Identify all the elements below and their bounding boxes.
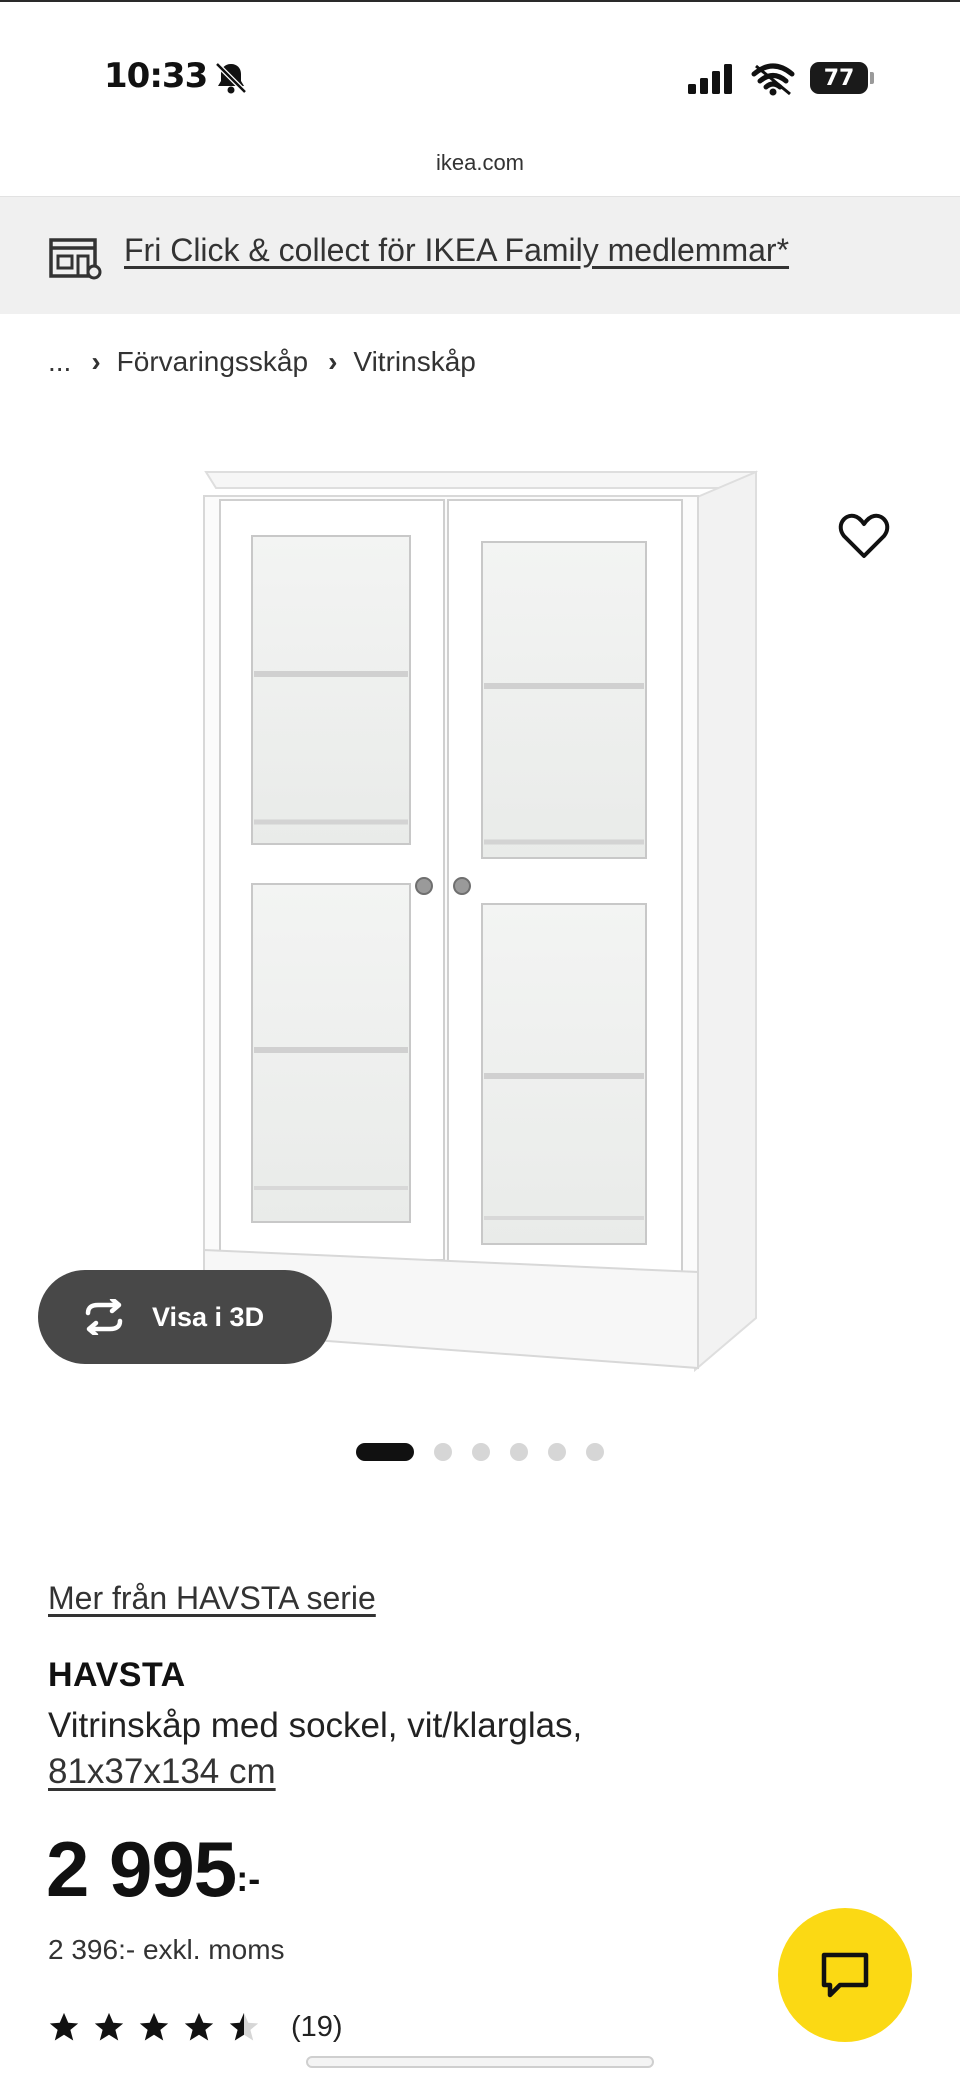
- view-in-3d-label: Visa i 3D: [152, 1301, 265, 1332]
- home-indicator[interactable]: [306, 2056, 654, 2068]
- click-collect-link[interactable]: Fri Click & collect för IKEA Family medl…: [124, 232, 789, 269]
- star-half-icon: [229, 2012, 259, 2041]
- wifi-icon: [751, 63, 795, 96]
- heart-icon[interactable]: [838, 512, 890, 560]
- star-icon: [139, 2012, 169, 2041]
- top-border: [0, 0, 960, 2]
- cellular-signal-icon: [688, 64, 732, 94]
- rating[interactable]: (19): [46, 2010, 343, 2044]
- chat-bubble-icon: [821, 1952, 869, 1998]
- carousel-dot[interactable]: [434, 1443, 452, 1461]
- view-in-3d-button[interactable]: Visa i 3D: [38, 1270, 332, 1364]
- price-excl-vat: 2 396:- exkl. moms: [48, 1934, 285, 1965]
- status-time: 10:33: [104, 56, 208, 96]
- series-link[interactable]: Mer från HAVSTA serie: [48, 1580, 376, 1617]
- price: 2 995 :-: [46, 1830, 260, 1908]
- carousel-dot[interactable]: [510, 1443, 528, 1461]
- carousel-indicator: [356, 1443, 624, 1461]
- star-icon: [184, 2012, 214, 2041]
- rotate-3d-icon: [85, 1299, 123, 1335]
- bell-slash-icon: [215, 62, 247, 94]
- address-bar-url[interactable]: ikea.com: [0, 150, 960, 176]
- chevron-right-icon: ›: [328, 346, 338, 377]
- chevron-right-icon: ›: [91, 346, 101, 377]
- chat-button[interactable]: [778, 1908, 912, 2042]
- carousel-dot[interactable]: [548, 1443, 566, 1461]
- product-image[interactable]: [190, 460, 770, 1390]
- breadcrumb-item-display-cabinets[interactable]: Vitrinskåp: [353, 346, 475, 378]
- product-description: Vitrinskåp med sockel, vit/klarglas,: [48, 1706, 583, 1745]
- battery-tip: [870, 72, 874, 84]
- star-icon: [49, 2012, 79, 2041]
- product-dimensions-link[interactable]: 81x37x134 cm: [48, 1752, 276, 1792]
- rating-count[interactable]: (19): [291, 2011, 343, 2044]
- carousel-dot[interactable]: [586, 1443, 604, 1461]
- breadcrumb-item-storage[interactable]: Förvaringsskåp: [117, 346, 308, 378]
- breadcrumb: ... › Förvaringsskåp › Vitrinskåp: [48, 346, 476, 378]
- carousel-dot[interactable]: [472, 1443, 490, 1461]
- battery-icon: 77: [810, 62, 868, 94]
- breadcrumb-ellipsis[interactable]: ...: [48, 346, 71, 378]
- price-value: 2 995: [46, 1825, 237, 1913]
- product-name: HAVSTA: [48, 1656, 186, 1694]
- store-icon: [49, 238, 102, 280]
- price-suffix: :-: [236, 1858, 261, 1899]
- star-icon: [94, 2012, 124, 2041]
- carousel-dot-active[interactable]: [356, 1443, 414, 1461]
